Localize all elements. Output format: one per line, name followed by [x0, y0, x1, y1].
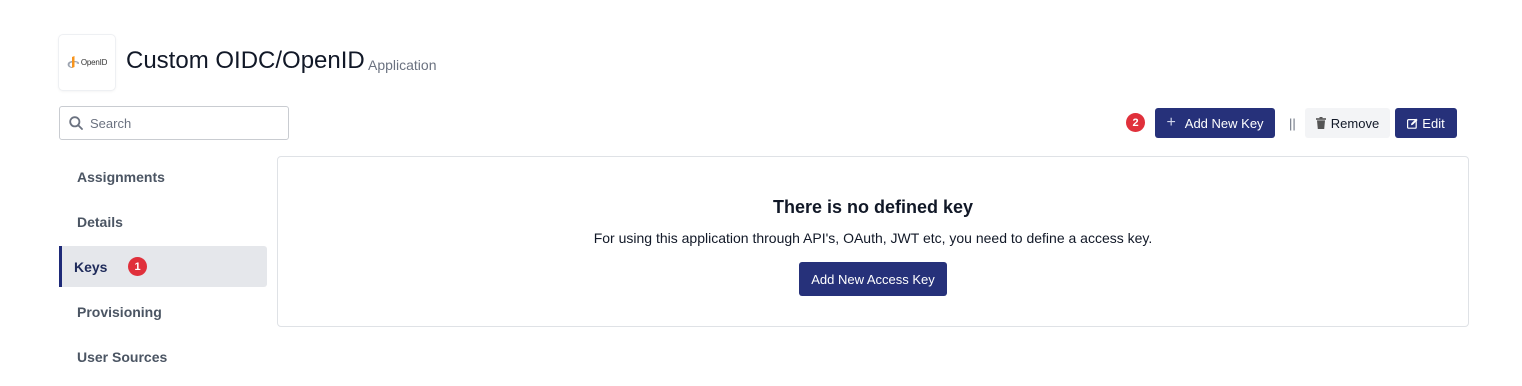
sidebar-item-label: Provisioning — [77, 303, 162, 320]
sidebar-item-label: Assignments — [77, 168, 165, 185]
edit-icon — [1407, 118, 1418, 129]
sidebar-item-details[interactable]: Details — [59, 201, 267, 242]
sidebar-item-provisioning[interactable]: Provisioning — [59, 291, 267, 332]
page-title: Custom OIDC/OpenID — [126, 47, 365, 74]
sidebar-item-assignments[interactable]: Assignments — [59, 156, 267, 197]
add-new-access-key-button[interactable]: Add New Access Key — [799, 262, 947, 296]
add-new-key-button[interactable]: + Add New Key — [1155, 108, 1275, 138]
step-badge: 2 — [1126, 113, 1145, 132]
edit-label: Edit — [1422, 115, 1445, 131]
keys-empty-state: There is no defined key For using this a… — [277, 156, 1469, 327]
app-logo: OpenID — [59, 35, 115, 90]
search-icon — [69, 116, 83, 130]
remove-button[interactable]: Remove — [1305, 108, 1390, 138]
search-box[interactable] — [59, 106, 289, 140]
sidebar-item-label: User Sources — [77, 348, 168, 365]
toolbar-separator: || — [1289, 116, 1296, 131]
openid-logo-icon — [67, 55, 79, 68]
step-badge: 1 — [128, 257, 147, 276]
add-new-key-label: Add New Key — [1184, 115, 1264, 131]
sidebar-item-label: Details — [77, 213, 123, 230]
sidebar-item-label: Keys — [74, 258, 108, 275]
sidebar-item-keys[interactable]: Keys 1 — [59, 246, 267, 287]
sidebar-nav: Assignments Details Keys 1 Provisioning … — [59, 156, 267, 381]
edit-button[interactable]: Edit — [1395, 108, 1457, 138]
plus-icon: + — [1166, 114, 1176, 131]
sidebar-item-user-sources[interactable]: User Sources — [59, 336, 267, 377]
remove-label: Remove — [1330, 115, 1380, 131]
empty-state-description: For using this application through API's… — [593, 230, 1153, 246]
page-subtitle: Application — [368, 57, 437, 73]
search-input[interactable] — [90, 115, 280, 131]
trash-icon — [1315, 117, 1326, 129]
empty-state-title: There is no defined key — [772, 197, 974, 217]
logo-text: OpenID — [80, 58, 108, 67]
